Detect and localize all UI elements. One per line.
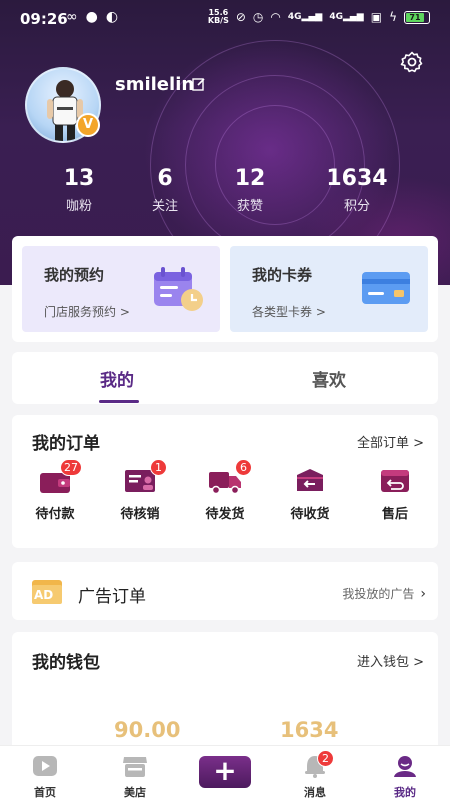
stat-fans[interactable]: 13 咖粉 — [34, 166, 124, 214]
network-speed: 15.6 KB/S — [207, 8, 229, 25]
content-tabs: 我的 喜欢 — [12, 352, 438, 404]
chat-bubble-icon: ● — [85, 9, 98, 25]
charging-icon: ϟ — [389, 10, 397, 24]
infinity-icon: ∞ — [66, 9, 78, 25]
coupons-card[interactable]: 我的卡券 各类型卡券 > — [230, 246, 428, 332]
store-icon — [123, 757, 147, 777]
all-orders-link[interactable]: 全部订单 > — [357, 432, 424, 451]
order-pending-redeem[interactable]: 1 待核销 — [110, 459, 170, 522]
ad-orders-card[interactable]: AD 广告订单 我投放的广告 › — [12, 562, 438, 620]
order-pending-shipment[interactable]: 6 待发货 — [195, 459, 255, 522]
my-ads-link[interactable]: 我投放的广告 › — [342, 585, 426, 602]
user-profile-icon — [394, 756, 416, 777]
booking-card[interactable]: 我的预约 门店服务预约 > — [22, 246, 220, 332]
nav-messages[interactable]: 2 消息 — [285, 750, 345, 800]
alarm-icon: ◷ — [252, 10, 264, 24]
wallet-balance: 90.00 — [114, 718, 181, 742]
my-orders-card: 我的订单 全部订单 > 27 待付款 1 待核销 6 待发货 待收货 售后 — [12, 415, 438, 548]
profile-stats: 13 咖粉 6 关注 12 获赞 1634 积分 — [0, 166, 450, 216]
signal-icon-2: 4G▂▄▆ — [329, 12, 364, 22]
create-plus-button[interactable]: + — [199, 756, 251, 788]
credit-card-icon — [362, 272, 410, 304]
tab-likes[interactable]: 喜欢 — [312, 366, 346, 391]
username[interactable]: smilelin — [115, 74, 194, 95]
stat-likes[interactable]: 12 获赞 — [205, 166, 295, 214]
badge-count: 27 — [60, 459, 82, 476]
sim-icon: ▣ — [370, 10, 383, 24]
nav-mine[interactable]: 我的 — [375, 754, 435, 800]
signal-icon: 4G▂▄▆ — [287, 12, 323, 22]
cloud-icon: ◐ — [105, 9, 119, 25]
badge-count: 1 — [150, 459, 167, 476]
badge-count: 6 — [235, 459, 252, 476]
wallet-points: 1634 — [280, 718, 339, 742]
vip-badge: V — [76, 113, 100, 137]
status-bar: 09:26 ∞ ● ◐ 15.6 KB/S ⊘ ◷ ◠ 4G▂▄▆ 4G▂▄▆ … — [0, 0, 450, 38]
quick-links-card: 我的预约 门店服务预约 > 我的卡券 各类型卡券 > — [12, 236, 438, 342]
active-tab-indicator — [99, 400, 139, 403]
stat-points[interactable]: 1634 积分 — [312, 166, 402, 214]
orders-title: 我的订单 — [32, 434, 100, 454]
return-box-icon — [381, 470, 409, 492]
mute-icon: ⊘ — [235, 10, 246, 24]
chevron-right-icon: › — [420, 586, 426, 602]
nav-store[interactable]: 美店 — [105, 754, 165, 800]
enter-wallet-link[interactable]: 进入钱包 > — [357, 651, 424, 670]
ad-orders-title: 广告订单 — [78, 587, 146, 607]
calendar-clock-icon — [154, 267, 203, 311]
package-receive-icon — [297, 469, 323, 491]
order-after-sales[interactable]: 售后 — [365, 467, 425, 522]
messages-badge: 2 — [317, 750, 334, 767]
battery-icon: 71 — [404, 10, 430, 24]
status-time: 09:26 — [20, 10, 68, 28]
wallet-title: 我的钱包 — [32, 653, 100, 673]
settings-gear-icon[interactable] — [400, 50, 424, 74]
play-video-icon — [33, 756, 57, 776]
nav-home[interactable]: 首页 — [15, 754, 75, 800]
wifi-icon: ◠ — [270, 10, 281, 24]
order-pending-payment[interactable]: 27 待付款 — [25, 459, 85, 522]
tab-mine[interactable]: 我的 — [100, 366, 134, 391]
stat-following[interactable]: 6 关注 — [120, 166, 210, 214]
order-pending-receipt[interactable]: 待收货 — [280, 467, 340, 522]
edit-icon[interactable] — [192, 77, 206, 91]
